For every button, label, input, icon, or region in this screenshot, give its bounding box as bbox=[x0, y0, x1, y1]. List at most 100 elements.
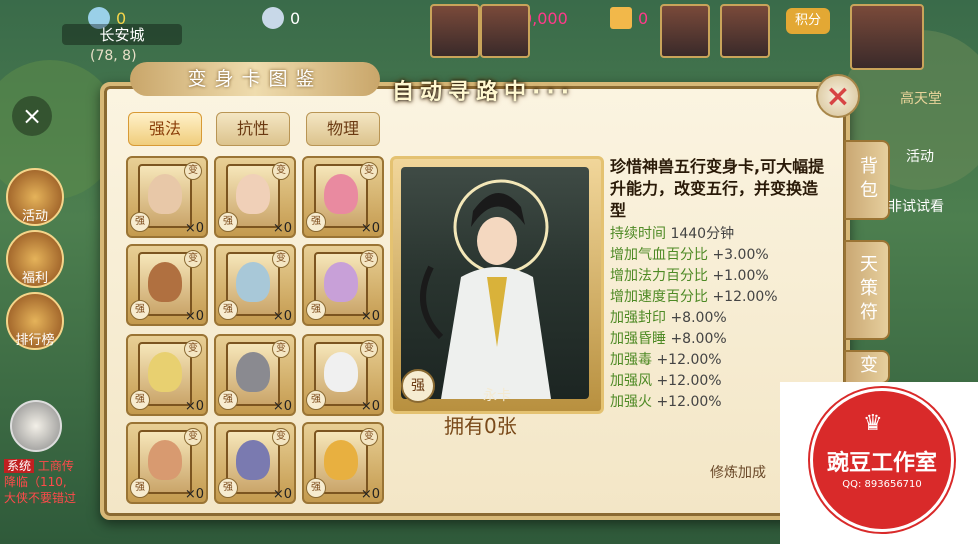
watermark-seal: ♛ 豌豆工作室 QQ: 893656710 bbox=[810, 388, 954, 532]
card-type-mark: 强 bbox=[306, 478, 326, 498]
activity-button[interactable]: 活动 bbox=[6, 168, 64, 226]
transform-card-slot[interactable]: 变强 ×0 bbox=[126, 422, 208, 504]
city-name: 长安城 bbox=[62, 24, 182, 45]
crown-icon: ♛ bbox=[863, 411, 883, 436]
card-count: ×0 bbox=[360, 309, 380, 324]
watermark-name: 豌豆工作室 bbox=[826, 451, 937, 476]
card-count: ×0 bbox=[184, 221, 204, 236]
stat-value: +12.00% bbox=[656, 373, 722, 389]
transform-card-slot[interactable]: 变强 ×0 bbox=[214, 156, 296, 238]
transform-card-slot[interactable]: 变强 ×0 bbox=[126, 156, 208, 238]
title-text: 高天堂 bbox=[900, 91, 942, 107]
card-count: ×0 bbox=[360, 487, 380, 502]
transform-badge: 变 bbox=[272, 162, 290, 180]
transform-badge: 变 bbox=[272, 428, 290, 446]
chat-line: 降临（110, bbox=[4, 475, 67, 489]
stat-label: 增加法力百分比 bbox=[610, 268, 708, 284]
card-type-mark: 强 bbox=[130, 478, 150, 498]
transform-card-slot[interactable]: 变强 ×0 bbox=[302, 244, 384, 326]
character-face bbox=[324, 440, 358, 480]
points-button[interactable]: 积分 bbox=[786, 8, 830, 34]
card-type-mark: 强 bbox=[306, 390, 326, 410]
party-portrait[interactable] bbox=[720, 4, 770, 58]
card-count: ×0 bbox=[272, 221, 292, 236]
card-count: ×0 bbox=[360, 221, 380, 236]
transform-card-slot[interactable]: 变强 ×0 bbox=[126, 244, 208, 326]
tab-wuli[interactable]: 物理 bbox=[306, 112, 380, 146]
stat-label: 加强毒 bbox=[610, 352, 652, 368]
stat-line: 持续时间 1440分钟 bbox=[610, 224, 830, 245]
party-portrait[interactable] bbox=[480, 4, 530, 58]
card-name: 永卡 bbox=[483, 388, 511, 404]
tab-kangxing[interactable]: 抗性 bbox=[216, 112, 290, 146]
transform-card-slot[interactable]: 变强 ×0 bbox=[302, 334, 384, 416]
close-button[interactable]: × bbox=[816, 74, 860, 118]
stat-label: 加强风 bbox=[610, 373, 652, 389]
transform-card-slot[interactable]: 变强 ×0 bbox=[302, 422, 384, 504]
silver-resource[interactable]: 0 bbox=[262, 6, 300, 30]
chat-channel: 系统 bbox=[4, 459, 35, 473]
stat-value: +3.00% bbox=[712, 247, 769, 263]
strategy-label: 天策符 bbox=[857, 254, 878, 326]
transform-card-slot[interactable]: 变强 ×0 bbox=[126, 334, 208, 416]
tab-bag[interactable]: 背包 bbox=[844, 140, 890, 220]
tab-tiance[interactable]: 天策符 bbox=[844, 240, 890, 340]
stat-value: +12.00% bbox=[656, 394, 722, 410]
stat-label: 持续时间 bbox=[610, 226, 666, 242]
collapse-icon[interactable]: × bbox=[12, 96, 52, 136]
silver-ingot-icon bbox=[262, 7, 284, 29]
chat-line: 大侠不要错过 bbox=[4, 491, 77, 505]
try-text: 非试试看 bbox=[888, 199, 944, 215]
card-count: ×0 bbox=[360, 399, 380, 414]
party-portrait[interactable] bbox=[430, 4, 480, 58]
character-face bbox=[236, 440, 270, 480]
activity-side-label[interactable]: 活动 bbox=[906, 146, 934, 166]
stat-value: +12.00% bbox=[712, 289, 778, 305]
character-face bbox=[236, 174, 270, 214]
tab-qiangfa[interactable]: 强法 bbox=[128, 112, 202, 146]
refine-bonus-link[interactable]: 修炼加成 bbox=[710, 462, 766, 482]
transform-card-slot[interactable]: 变强 ×0 bbox=[214, 422, 296, 504]
stat-value: +12.00% bbox=[656, 352, 722, 368]
transform-card-slot[interactable]: 变强 ×0 bbox=[214, 334, 296, 416]
chat-bubble-icon[interactable] bbox=[10, 400, 62, 452]
card-count: ×0 bbox=[272, 487, 292, 502]
character-face bbox=[236, 262, 270, 302]
card-artwork bbox=[401, 167, 589, 399]
ticket-icon bbox=[610, 7, 632, 29]
card-type-mark: 强 bbox=[218, 478, 238, 498]
auto-pathing-text: 自动寻路中··· bbox=[392, 80, 576, 105]
transform-badge: 变 bbox=[184, 162, 202, 180]
character-illustration bbox=[420, 179, 551, 399]
tab-label: 物理 bbox=[326, 119, 359, 138]
player-avatar[interactable] bbox=[850, 4, 924, 70]
transform-card-slot[interactable]: 变强 ×0 bbox=[214, 244, 296, 326]
card-resource[interactable]: 0 bbox=[610, 6, 648, 30]
tab-label: 抗性 bbox=[236, 119, 269, 138]
stat-line: 加强封印 +8.00% bbox=[610, 308, 830, 329]
chat-box[interactable]: 系统 工商传 降临（110, 大侠不要错过 bbox=[4, 458, 96, 506]
card-type-mark: 强 bbox=[130, 390, 150, 410]
transform-badge: 变 bbox=[360, 428, 378, 446]
character-face bbox=[148, 174, 182, 214]
card-type-mark: 强 bbox=[130, 300, 150, 320]
card-desc-title: 珍惜神兽五行变身卡,可大幅提升能力，改变五行，并变换造型 bbox=[610, 157, 825, 220]
selected-card[interactable]: 强 永卡 bbox=[390, 156, 604, 414]
stat-label: 增加速度百分比 bbox=[610, 289, 708, 305]
stat-line: 增加法力百分比 +1.00% bbox=[610, 266, 830, 287]
welfare-label: 福利 bbox=[21, 271, 48, 286]
card-type-mark: 强 bbox=[306, 212, 326, 232]
welfare-button[interactable]: 福利 bbox=[6, 230, 64, 288]
studio-watermark: ♛ 豌豆工作室 QQ: 893656710 bbox=[780, 382, 978, 544]
bag-label: 背包 bbox=[857, 156, 878, 204]
party-portrait[interactable] bbox=[660, 4, 710, 58]
card-count: ×0 bbox=[272, 309, 292, 324]
chat-line: 工商传 bbox=[37, 459, 74, 473]
close-icon: × bbox=[825, 78, 851, 114]
transform-card-slot[interactable]: 变强 ×0 bbox=[302, 156, 384, 238]
character-face bbox=[324, 262, 358, 302]
tab-transform[interactable]: 变 bbox=[844, 350, 890, 384]
rank-button[interactable]: 排行榜 bbox=[6, 292, 64, 350]
card-count: ×0 bbox=[184, 399, 204, 414]
card-type-mark: 强 bbox=[130, 212, 150, 232]
